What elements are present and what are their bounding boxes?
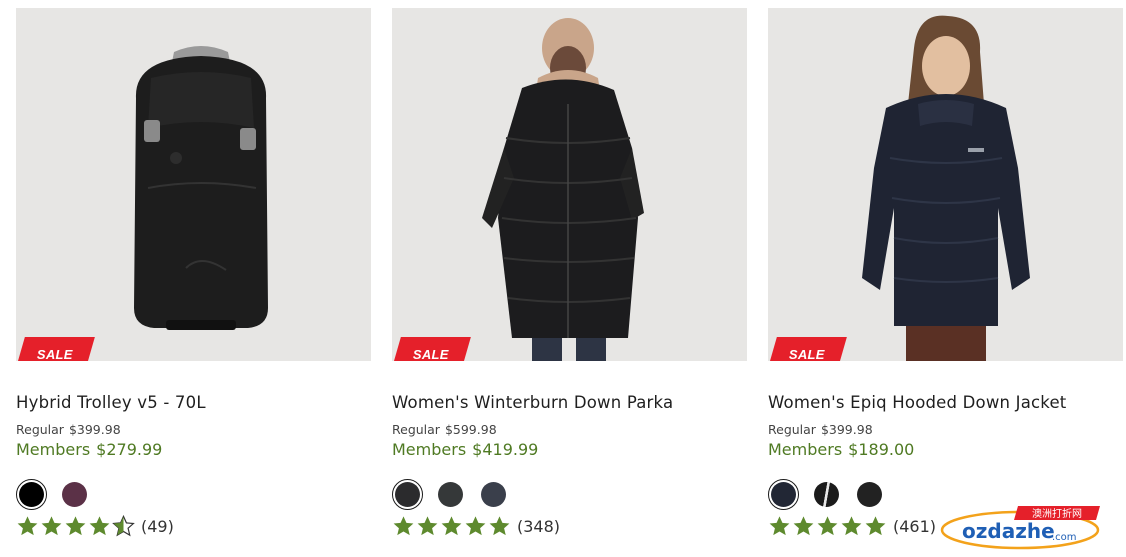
hooded-down-jacket-image [768, 8, 1123, 361]
color-swatch-navy[interactable] [768, 478, 799, 510]
regular-price-label: Regular [392, 422, 440, 437]
product-card[interactable]: SALE Women's Epiq Hooded Down Jacket Reg… [768, 8, 1123, 537]
star-icon [841, 516, 862, 536]
star-icon [793, 516, 814, 536]
star-icon [817, 516, 838, 536]
product-image[interactable]: SALE [392, 8, 747, 361]
ozdazhe-watermark-logo: 澳洲打折网 ozdazhe .com [940, 506, 1100, 550]
regular-price: Regular $599.98 [392, 422, 747, 438]
star-icon [417, 516, 438, 536]
color-swatch-split[interactable] [811, 479, 842, 510]
star-icon [41, 516, 62, 536]
half-star-icon [112, 515, 135, 537]
members-price-value: $189.00 [848, 440, 915, 459]
members-price-value: $279.99 [96, 440, 163, 459]
sale-badge-label: SALE [37, 346, 73, 362]
star-rating [768, 515, 887, 537]
color-swatch-black[interactable] [392, 478, 423, 510]
product-card[interactable]: SALE Women's Winterburn Down Parka Regul… [392, 8, 747, 537]
star-icon [865, 516, 886, 536]
product-title[interactable]: Women's Winterburn Down Parka [392, 393, 747, 413]
sale-badge: SALE [392, 337, 471, 361]
color-swatch-slate[interactable] [478, 479, 509, 510]
color-swatch-black[interactable] [854, 479, 885, 510]
star-icon [465, 516, 486, 536]
regular-price-value: $399.98 [820, 422, 873, 437]
star-icon [489, 516, 510, 536]
star-rating [392, 515, 511, 537]
regular-price: Regular $399.98 [768, 422, 1123, 438]
regular-price-label: Regular [768, 422, 816, 437]
regular-price-value: $599.98 [444, 422, 497, 437]
members-price: Members $419.99 [392, 440, 747, 460]
product-card[interactable]: SALE Hybrid Trolley v5 - 70L Regular $399… [16, 8, 371, 537]
review-count[interactable]: (49) [141, 517, 174, 536]
review-count[interactable]: (461) [893, 517, 936, 536]
product-title[interactable]: Hybrid Trolley v5 - 70L [16, 393, 371, 413]
product-image[interactable]: SALE [768, 8, 1123, 361]
product-rating: (49) [16, 515, 371, 537]
down-parka-image [392, 8, 747, 361]
color-swatches [392, 478, 747, 510]
product-image[interactable]: SALE [16, 8, 371, 361]
color-swatches [16, 478, 371, 510]
regular-price: Regular $399.98 [16, 422, 371, 438]
sale-badge: SALE [16, 337, 95, 361]
sale-badge-label: SALE [789, 346, 825, 362]
members-price-label: Members [16, 440, 91, 459]
product-title[interactable]: Women's Epiq Hooded Down Jacket [768, 393, 1123, 413]
star-icon [65, 516, 86, 536]
watermark-suffix: .com [1052, 532, 1077, 543]
star-icon [17, 516, 38, 536]
star-icon [769, 516, 790, 536]
regular-price-label: Regular [16, 422, 64, 437]
color-swatch-plum[interactable] [59, 479, 90, 510]
star-icon [89, 516, 110, 536]
color-swatch-black[interactable] [16, 478, 47, 510]
sale-badge-label: SALE [413, 346, 449, 362]
regular-price-value: $399.98 [68, 422, 121, 437]
members-price-label: Members [768, 440, 843, 459]
product-rating: (348) [392, 515, 747, 537]
members-price-label: Members [392, 440, 467, 459]
color-swatch-charcoal[interactable] [435, 479, 466, 510]
watermark-brand: ozdazhe [962, 519, 1055, 543]
sale-badge: SALE [768, 337, 847, 361]
trolley-bag-image [16, 8, 371, 361]
star-icon [441, 516, 462, 536]
star-rating [16, 515, 135, 537]
members-price-value: $419.99 [472, 440, 539, 459]
star-icon [393, 516, 414, 536]
review-count[interactable]: (348) [517, 517, 560, 536]
members-price: Members $279.99 [16, 440, 371, 460]
members-price: Members $189.00 [768, 440, 1123, 460]
